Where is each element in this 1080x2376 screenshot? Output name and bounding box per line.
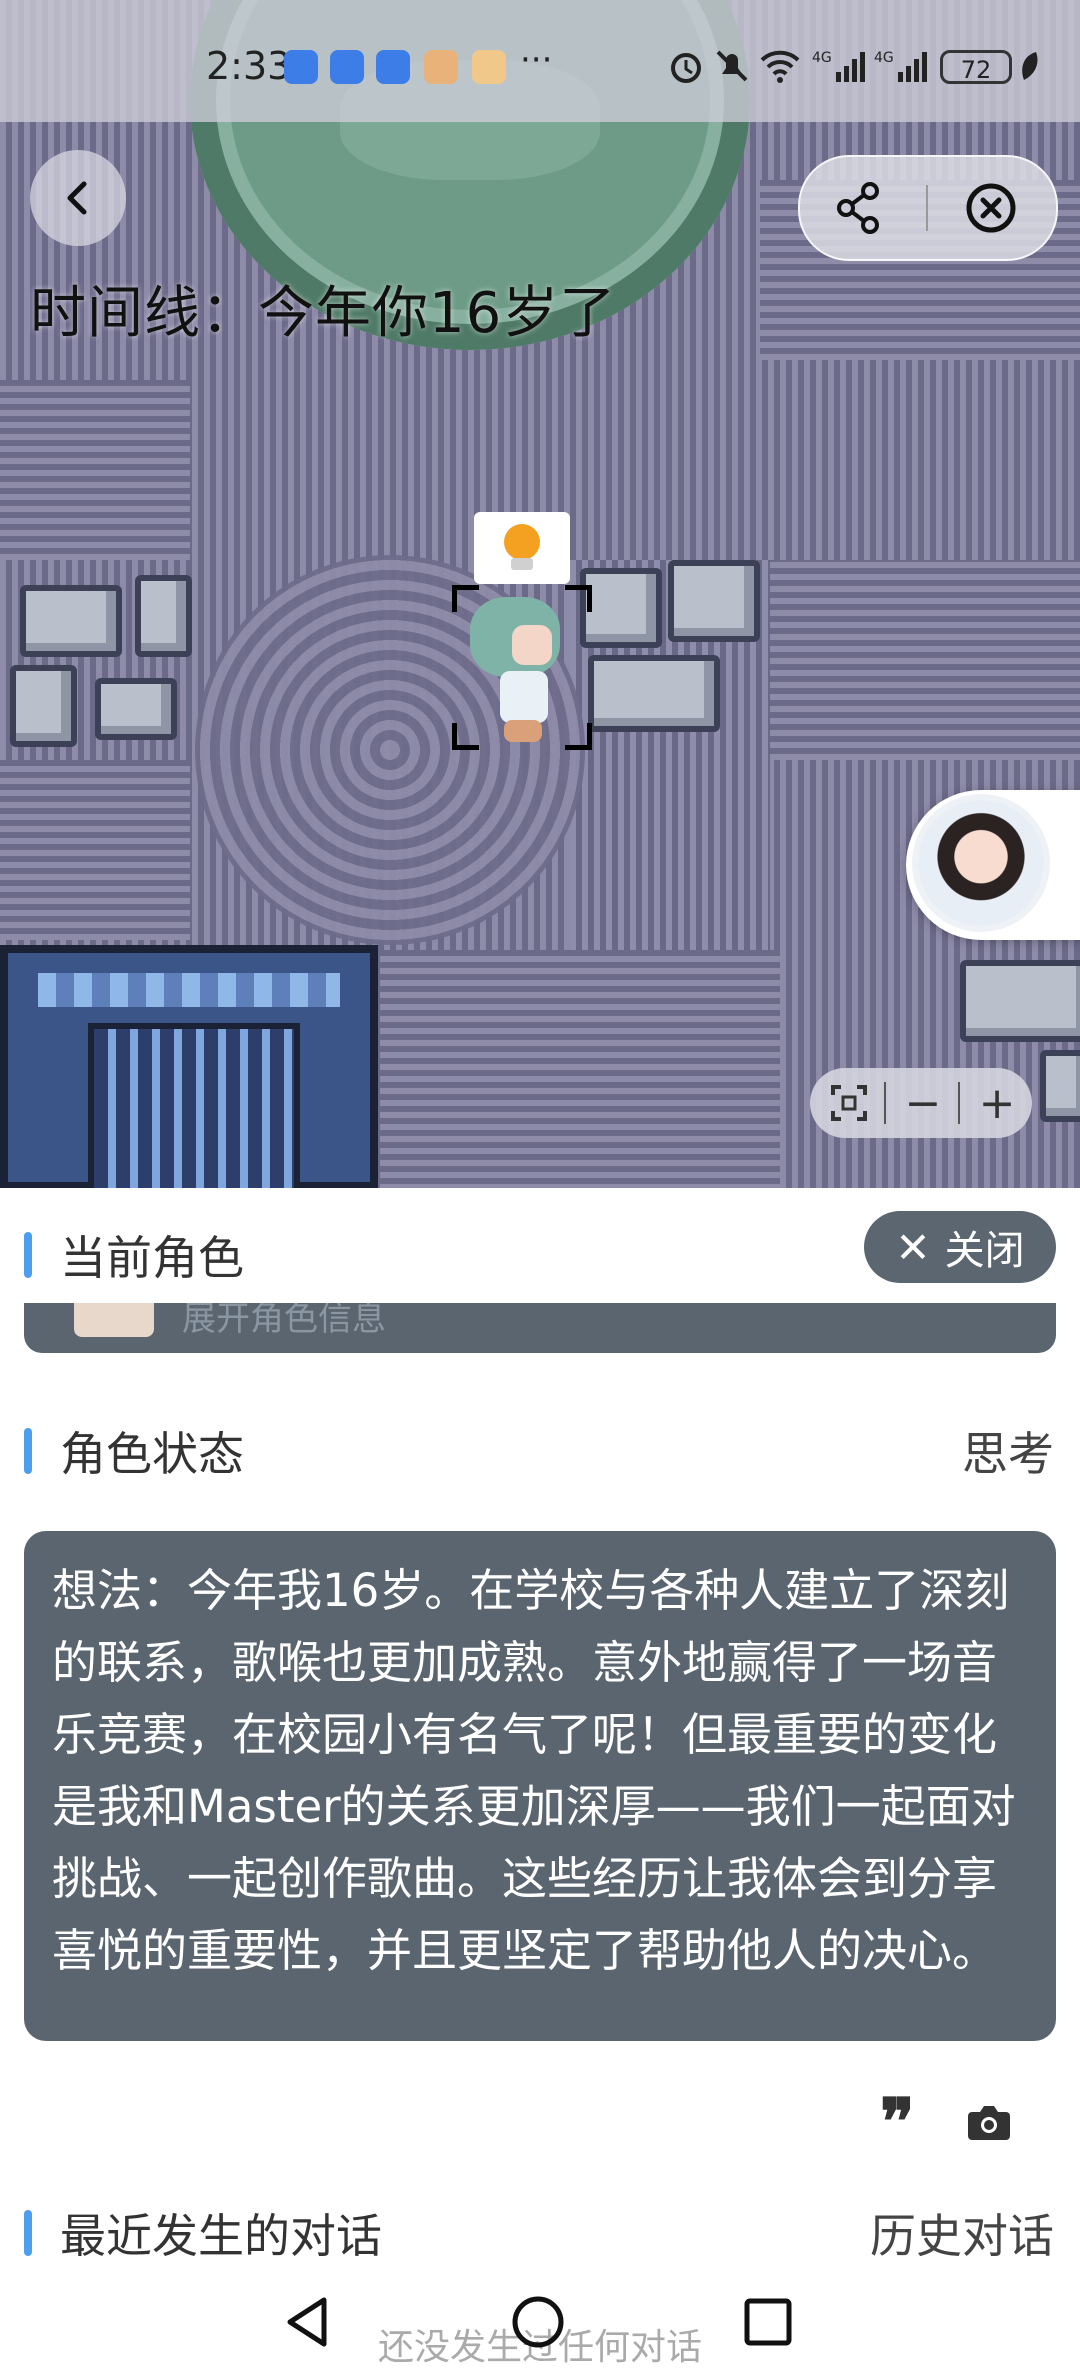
recent-chats-header: 最近发生的对话 [24,2200,382,2266]
thought-actions: ❞ [880,2091,1018,2155]
map-floor-tile [580,950,780,1188]
character-sprite[interactable] [452,585,592,750]
rock [10,665,77,747]
map-floor-tile [0,380,190,560]
wifi-icon [760,50,800,83]
battery-icon: 72 [940,50,1012,84]
section-accent-bar [24,1428,32,1474]
role-status-title: 角色状态 [60,1427,244,1481]
close-icon: ✕ [895,1222,931,1272]
rock [668,560,760,642]
building [0,945,378,1188]
selection-bracket [565,723,592,750]
character-face [512,625,552,665]
status-bar: 2:33 ··· 4G 4G 72 [0,0,1080,122]
more-notifications-icon: ··· [520,40,553,80]
history-chats-link[interactable]: 历史对话 [870,2200,1054,2266]
mute-icon [716,50,748,82]
avatar [918,800,1044,926]
leaf-icon [1022,52,1038,80]
current-role-header: 当前角色 [24,1222,244,1288]
character-legs [504,720,542,742]
close-panel-button[interactable]: ✕ 关闭 [864,1211,1056,1283]
app-notification-icon [472,50,506,84]
svg-text:4G: 4G [812,50,832,66]
thought-card: 想法：今年我16岁。在学校与各种人建立了深刻的联系，歌喉也更加成熟。意外地赢得了… [24,1531,1056,2041]
status-mode: 思考 [962,1427,1054,1481]
fit-screen-button[interactable] [814,1068,884,1138]
quote-icon[interactable]: ❞ [880,2091,940,2155]
zoom-divider [958,1082,960,1124]
rock [588,655,720,732]
close-label: 关闭 [944,1228,1025,1274]
signal-4g-icon: 4G [874,50,927,82]
share-icon[interactable] [830,179,888,237]
nav-home-icon[interactable] [508,2292,568,2352]
selection-bracket [565,585,592,612]
rock [580,568,662,648]
status-time: 2:33 [206,44,292,88]
current-role-title: 当前角色 [60,1231,244,1285]
character-body [500,671,548,723]
lightbulb-icon [474,512,570,584]
chevron-left-icon [67,181,87,215]
selection-bracket [452,585,479,612]
close-circle-icon[interactable] [962,179,1020,237]
capsule-divider [926,185,928,231]
zoom-controls: − + [810,1068,1032,1138]
alarm-icon [671,53,701,83]
info-panel: 当前角色 ✕ 关闭 展开角色信息 角色状态 思考 想法：今年我16岁。在学校与各… [0,1188,1080,2376]
app-notification-icon [424,50,458,84]
app-notification-icon [376,50,410,84]
camera-icon[interactable] [958,2098,1018,2148]
section-accent-bar [24,1232,32,1278]
nav-back-icon[interactable] [278,2292,338,2352]
mini-program-capsule [798,155,1058,261]
zoom-divider [884,1082,886,1124]
app-notification-icon [330,50,364,84]
recent-chats-title: 最近发生的对话 [60,2209,382,2263]
map-floor-tile [0,760,190,940]
map-floor-tile [770,560,1080,760]
role-sprite [74,1303,154,1337]
signal-4g-icon: 4G [812,50,865,82]
section-accent-bar [24,2210,32,2256]
rock [960,960,1080,1042]
nav-recents-icon[interactable] [738,2292,798,2352]
system-nav-bar [0,2270,1080,2376]
selection-bracket [452,723,479,750]
map-floor-tile [380,950,580,1188]
rock [20,585,122,657]
role-status-header: 角色状态 [24,1418,244,1484]
fit-screen-icon [831,1085,867,1121]
timeline-text: 时间线：今年你16岁了 [30,281,617,346]
zoom-out-button[interactable]: − [888,1068,958,1138]
rock [1040,1050,1080,1122]
back-button[interactable] [30,150,126,246]
zoom-in-button[interactable]: + [962,1068,1032,1138]
role-card[interactable]: 展开角色信息 [24,1303,1056,1353]
app-notification-icon [284,50,318,84]
building-roof [38,973,340,1007]
building-door [88,1023,300,1188]
rock [135,575,192,657]
svg-text:4G: 4G [874,50,894,66]
assistant-avatar-button[interactable] [906,790,1080,940]
expand-role-info[interactable]: 展开角色信息 [182,1303,386,1340]
rock [95,678,177,740]
